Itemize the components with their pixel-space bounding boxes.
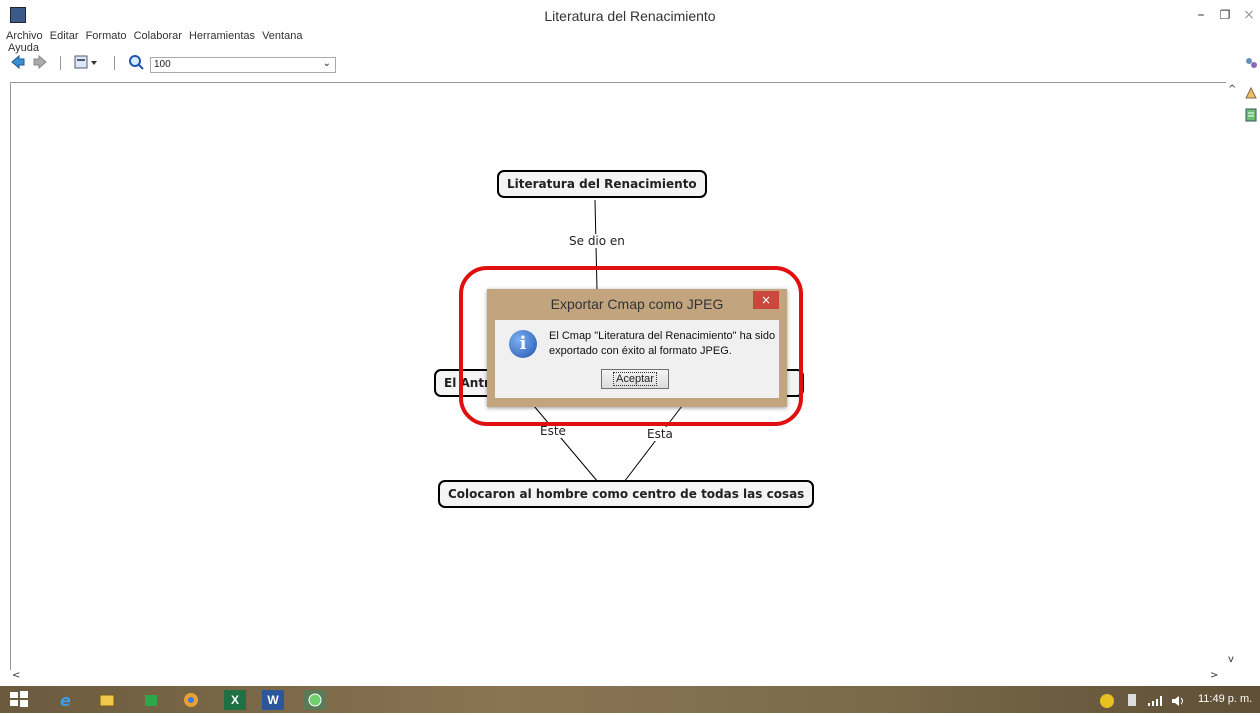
horizontal-scrollbar[interactable]: < > bbox=[10, 670, 1240, 684]
scroll-up-arrow[interactable]: ^ bbox=[1228, 84, 1236, 95]
battery-icon[interactable] bbox=[1128, 694, 1136, 706]
link-label-right[interactable]: Esta bbox=[645, 427, 675, 441]
word-icon[interactable]: W bbox=[262, 690, 284, 710]
file-explorer-icon[interactable] bbox=[96, 690, 118, 710]
volume-icon[interactable] bbox=[1172, 695, 1186, 710]
start-icon[interactable] bbox=[8, 690, 30, 710]
chrome-icon[interactable] bbox=[180, 690, 202, 710]
cmaptools-icon[interactable] bbox=[304, 690, 326, 710]
network-signal-icon[interactable] bbox=[1148, 696, 1162, 709]
taskbar-clock[interactable]: 11:49 p. m. bbox=[1198, 693, 1252, 705]
store-icon[interactable] bbox=[140, 690, 162, 710]
excel-icon[interactable]: X bbox=[224, 690, 246, 710]
link-label-root[interactable]: Se dio en bbox=[567, 234, 627, 248]
svg-text:e: e bbox=[60, 691, 71, 710]
scroll-down-arrow[interactable]: v bbox=[1228, 654, 1234, 665]
notification-icon[interactable] bbox=[1100, 694, 1114, 708]
scroll-right-arrow[interactable]: > bbox=[1210, 670, 1218, 681]
highlight-annotation bbox=[459, 266, 803, 426]
concept-node-root[interactable]: Literatura del Renacimiento bbox=[497, 170, 707, 198]
concept-node-bottom[interactable]: Colocaron al hombre como centro de todas… bbox=[438, 480, 815, 508]
scroll-left-arrow[interactable]: < bbox=[12, 670, 20, 681]
link-label-left[interactable]: Este bbox=[538, 424, 568, 438]
internet-explorer-icon[interactable]: e bbox=[56, 690, 78, 710]
vertical-scrollbar[interactable]: ^ v bbox=[1226, 82, 1240, 682]
